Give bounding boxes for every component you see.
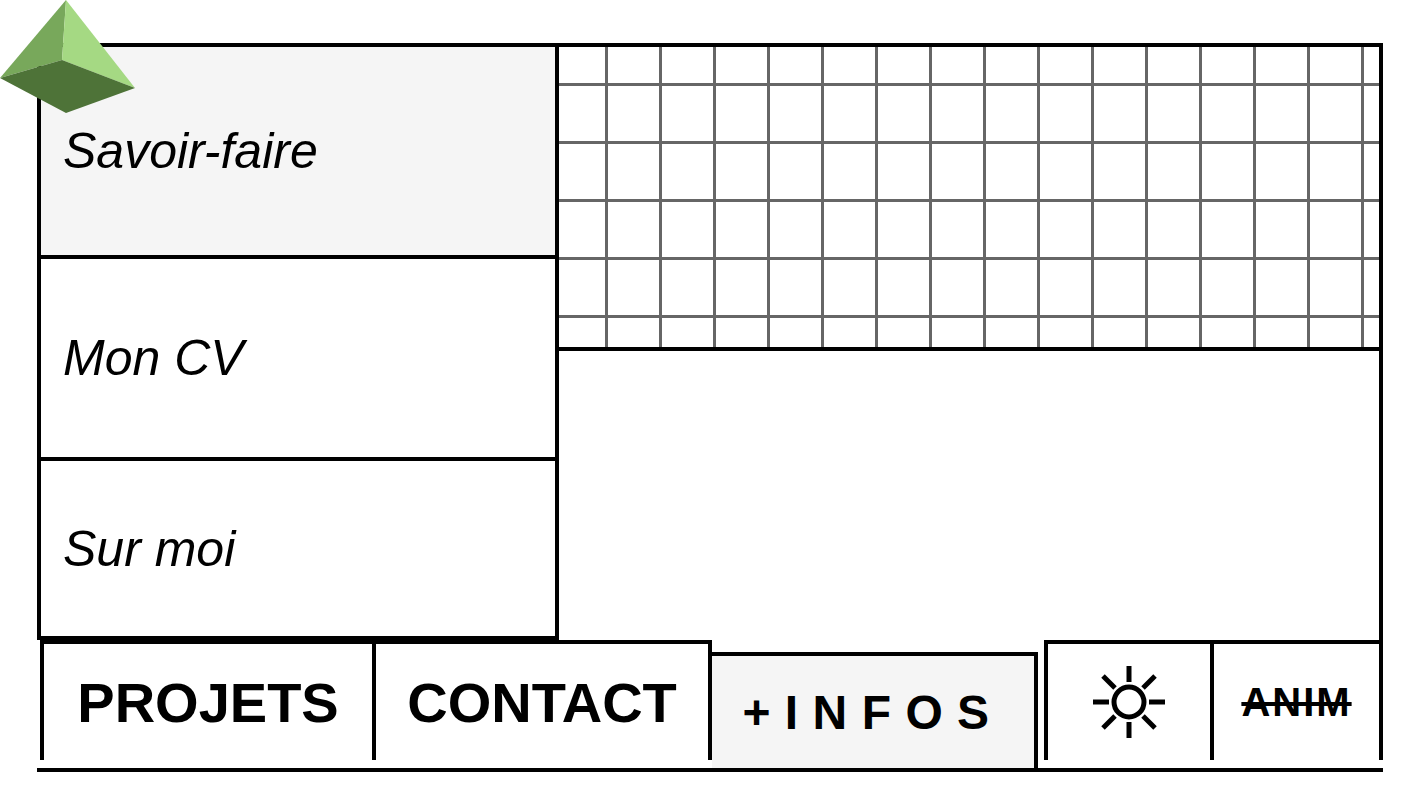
pyramid-logo-icon[interactable] [0,0,135,113]
content-panel [559,351,1379,640]
theme-button[interactable] [1044,640,1214,760]
spaced-button[interactable]: +INFOS [712,652,1038,768]
main-frame: Savoir-faireMon CVSur moi PROJETSCONTACT… [37,43,1383,772]
menu-item[interactable]: Mon CV [41,259,555,461]
link-button[interactable]: PROJETS [40,640,376,760]
top-area: Savoir-faireMon CVSur moi [37,43,1383,640]
bottom-bar: PROJETSCONTACT+INFOS ANIM [37,640,1383,772]
menu-item[interactable]: Sur moi [41,461,555,636]
page: Savoir-faireMon CVSur moi PROJETSCONTACT… [0,0,1422,800]
grid-pattern [559,47,1379,351]
toggle-button[interactable]: ANIM [1214,640,1383,760]
content-area [559,43,1383,640]
sun-icon [1089,662,1169,742]
menu: Savoir-faireMon CVSur moi [37,43,559,640]
link-button[interactable]: CONTACT [376,640,712,760]
